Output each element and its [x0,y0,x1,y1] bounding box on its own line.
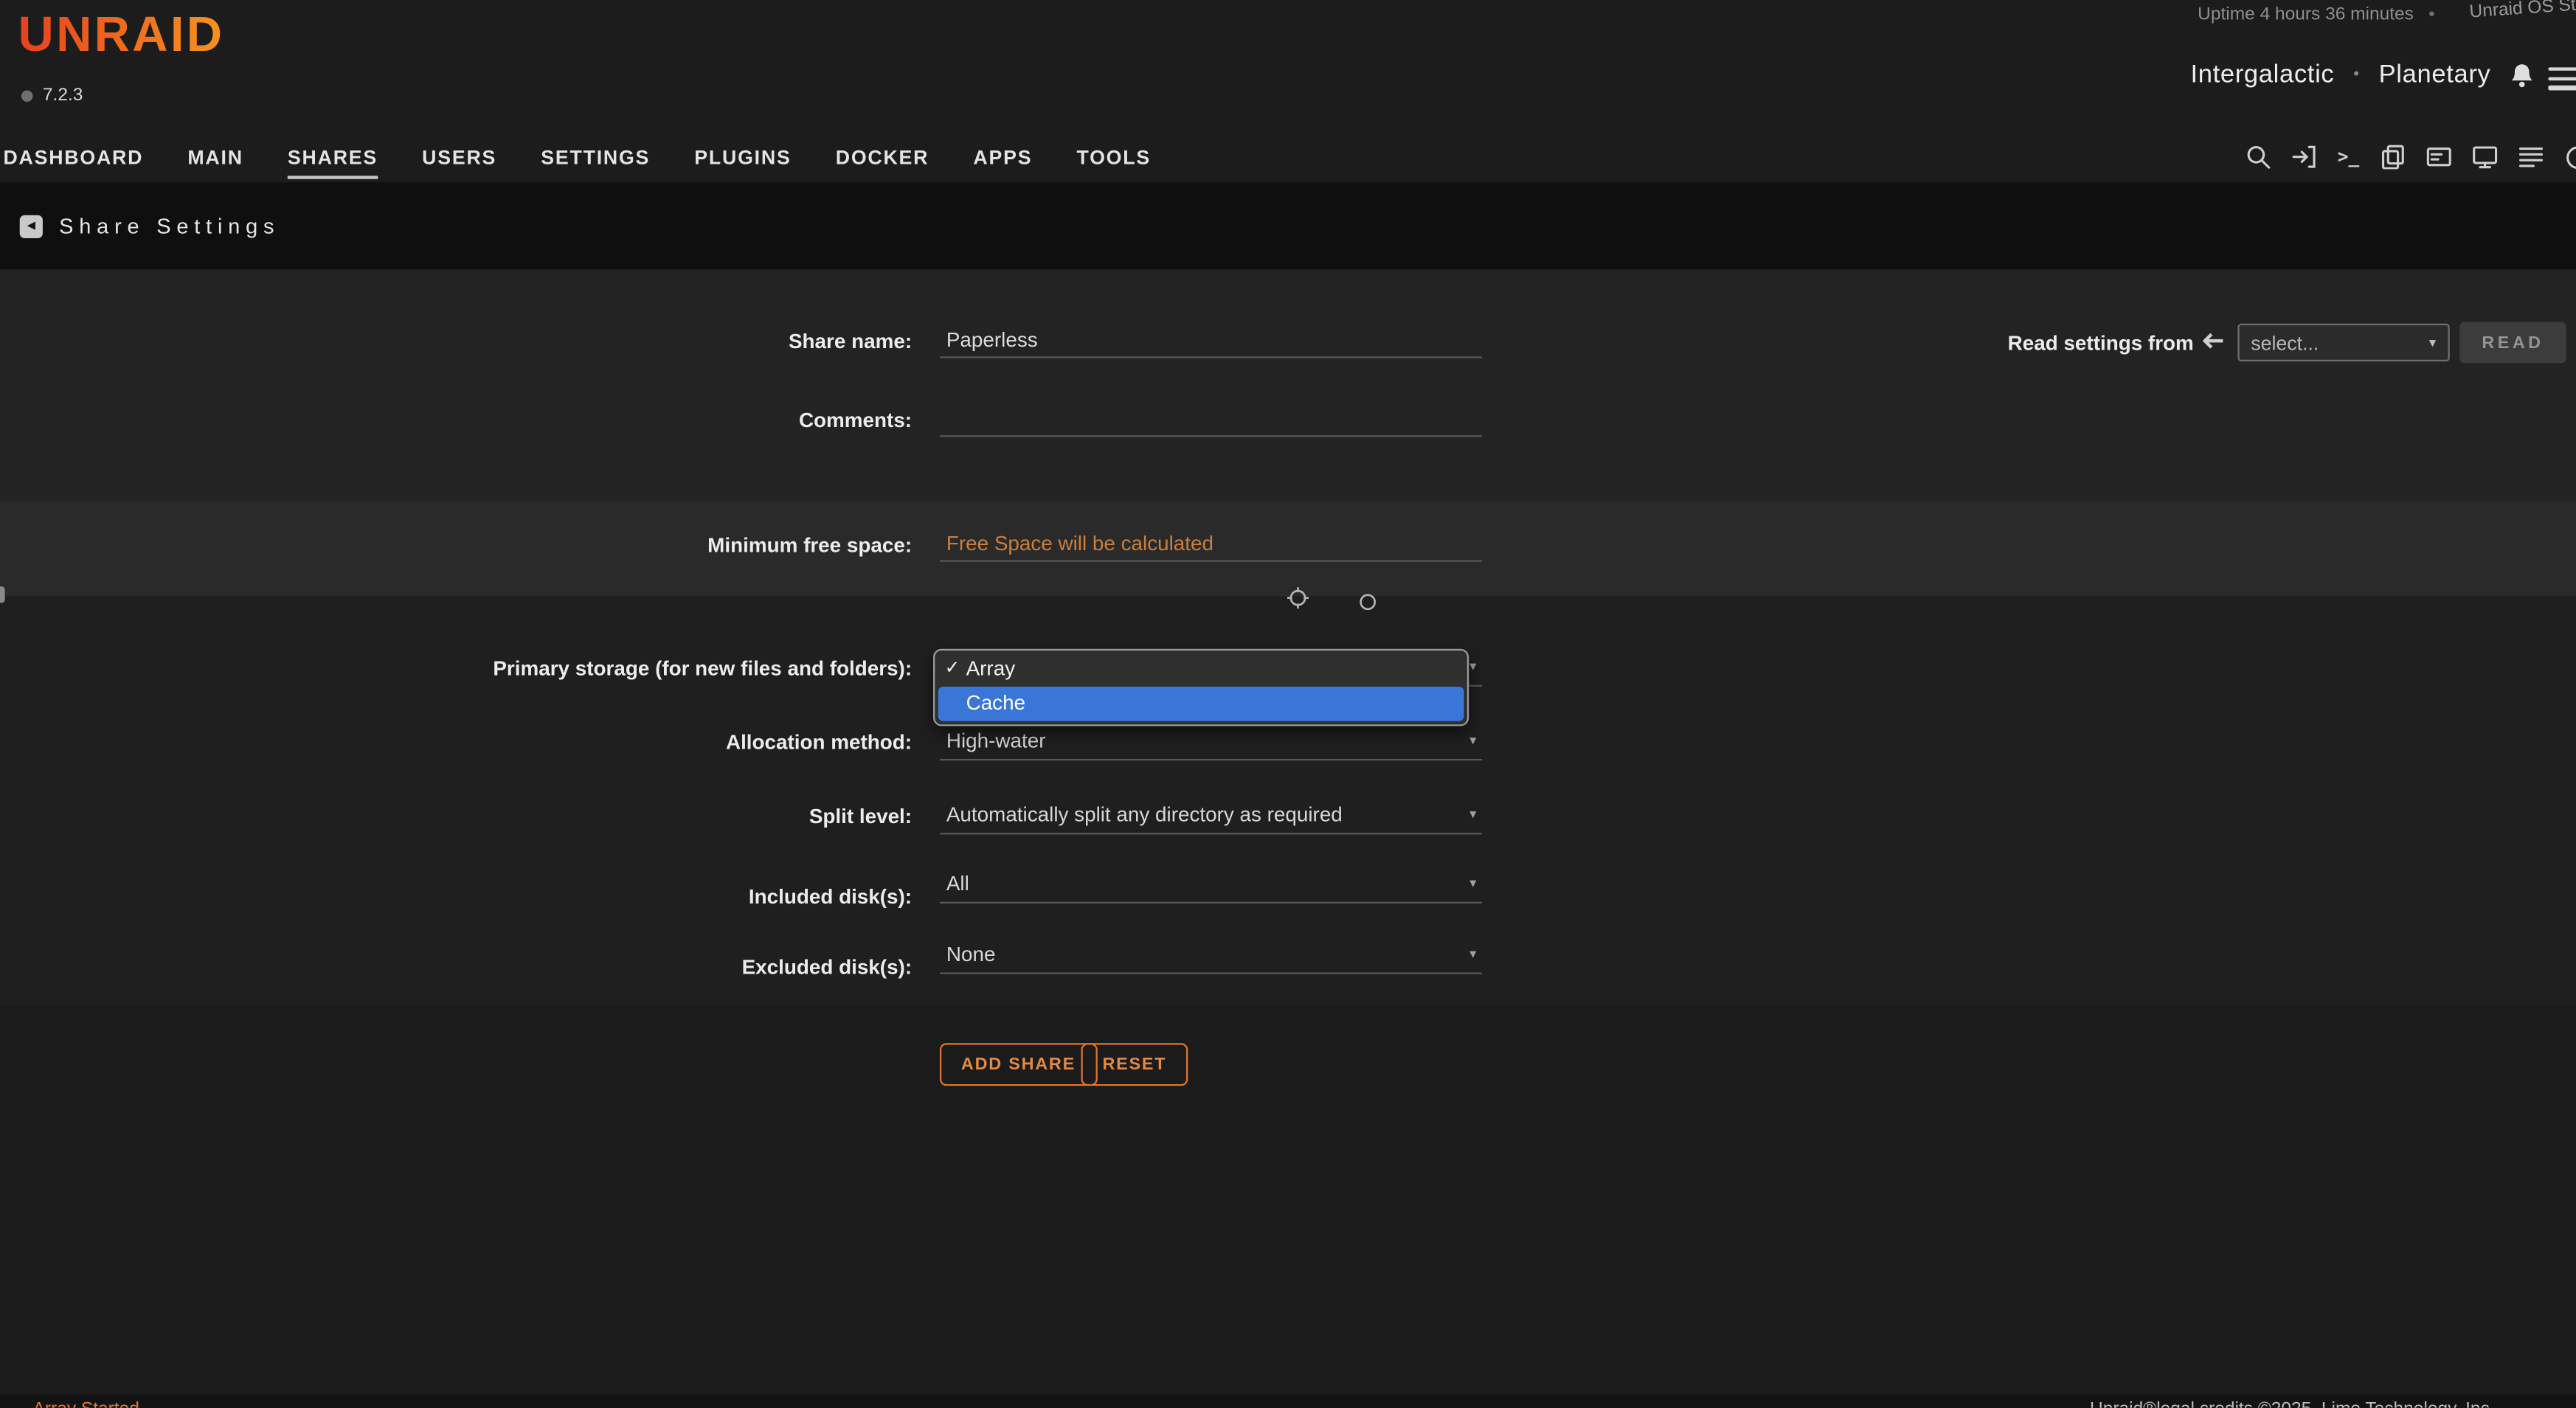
array-status-link[interactable]: Array Started [33,1400,139,1408]
content-band-name [0,269,2576,501]
included-disks-label: Included disk(s): [0,885,912,908]
console-icon[interactable] [2427,145,2451,169]
included-disks-select[interactable]: All ▼ [940,867,1482,904]
chevron-down-icon: ▼ [1467,879,1478,891]
read-settings-label: Read settings from [2008,332,2192,355]
uptime-text: Uptime 4 hours 36 minutes [2198,5,2414,25]
comments-label: Comments: [0,409,912,432]
chevron-down-icon: ▼ [2427,339,2438,350]
dropdown-option-label: Cache [966,692,1025,715]
check-icon: ✓ [945,652,960,687]
copy-icon[interactable] [2381,145,2405,169]
dropdown-option-label: Array [966,657,1016,680]
comments-input[interactable] [940,400,1482,437]
help-icon[interactable] [2565,144,2576,170]
menu-hamburger-icon[interactable] [2548,67,2576,94]
nav-item-apps[interactable]: APPS [973,131,1032,179]
page-title: Share Settings [59,214,280,238]
search-icon[interactable] [2246,145,2270,169]
version-line: 7.2.3 [21,86,83,105]
header: UNRAID 7.2.3 Uptime 4 hours 36 minutes •… [0,0,2576,131]
nav-item-docker[interactable]: DOCKER [836,131,929,179]
min-free-space-input[interactable] [940,526,1482,562]
chevron-down-icon: ▼ [1467,662,1478,674]
nav-item-users[interactable]: USERS [422,131,496,179]
toolbar-icons: >_ [2246,131,2576,182]
log-icon[interactable] [2518,145,2543,169]
monitor-icon[interactable] [2473,145,2497,169]
reset-button[interactable]: RESET [1081,1043,1188,1086]
read-settings-select-value: select... [2251,332,2319,355]
read-button[interactable]: READ [2459,322,2566,364]
footer: Array Started Unraid®legal credits ©2025… [0,1395,2576,1408]
nav-item-tools[interactable]: TOOLS [1076,131,1151,179]
back-icon[interactable]: ◂ [20,215,43,237]
chevron-down-icon: ▼ [1467,949,1478,961]
unraid-webgui: UNRAID 7.2.3 Uptime 4 hours 36 minutes •… [0,0,2576,1408]
page-titlebar: ◂ Share Settings [0,182,2576,269]
bullet-separator: • [2428,5,2435,25]
arrow-left-icon [2198,330,2226,360]
excluded-disks-label: Excluded disk(s): [0,956,912,979]
version-label: 7.2.3 [43,86,83,105]
server-description: Planetary [2379,60,2491,89]
split-level-label: Split level: [0,805,912,828]
server-name: Intergalactic [2191,60,2335,89]
main-navbar: DASHBOARD MAIN SHARES USERS SETTINGS PLU… [0,131,2576,182]
notifications-bell-icon[interactable] [2509,63,2535,91]
logout-icon[interactable] [2291,145,2316,169]
nav-item-shares[interactable]: SHARES [288,131,378,179]
nav-item-dashboard[interactable]: DASHBOARD [3,131,143,179]
terminal-icon[interactable]: >_ [2338,146,2360,167]
split-level-value: Automatically split any directory as req… [946,803,1343,826]
allocation-method-label: Allocation method: [0,731,912,754]
min-free-space-label: Minimum free space: [0,534,912,557]
crosshair-icon [1287,586,1309,617]
content-band-actions [0,1005,2576,1395]
chevron-down-icon: ▼ [1467,810,1478,822]
allocation-method-value: High-water [946,729,1046,752]
excluded-disks-value: None [946,943,996,965]
version-dot-icon [21,89,33,101]
primary-storage-dropdown: ✓ Array Cache [933,649,1469,726]
legal-text: Unraid®legal credits ©2025, Lime Technol… [2090,1400,2495,1408]
allocation-method-select[interactable]: High-water ▼ [940,724,1482,760]
left-edge-marker [0,586,5,603]
unraid-logo: UNRAID [18,8,224,64]
read-settings-select[interactable]: select... ▼ [2237,324,2449,361]
dropdown-option-cache[interactable]: Cache [938,687,1464,721]
excluded-disks-select[interactable]: None ▼ [940,938,1482,974]
bullet-separator: • [2353,66,2359,83]
share-name-label: Share name: [0,330,912,353]
dropdown-option-array[interactable]: ✓ Array [935,652,1467,687]
add-share-button[interactable]: ADD SHARE [940,1043,1097,1086]
server-identity: Intergalactic • Planetary [2191,60,2491,90]
split-level-select[interactable]: Automatically split any directory as req… [940,798,1482,834]
included-disks-value: All [946,873,969,895]
os-badge-text: Unraid OS Stor [2470,0,2576,22]
circle-marker-icon [1359,590,1377,620]
primary-storage-label: Primary storage (for new files and folde… [0,657,912,680]
nav-item-plugins[interactable]: PLUGINS [694,131,791,179]
uptime-line: Uptime 4 hours 36 minutes • [2198,5,2435,25]
chevron-down-icon: ▼ [1467,736,1478,748]
nav-item-main[interactable]: MAIN [187,131,243,179]
share-name-input[interactable] [940,322,1482,358]
nav-item-settings[interactable]: SETTINGS [541,131,650,179]
